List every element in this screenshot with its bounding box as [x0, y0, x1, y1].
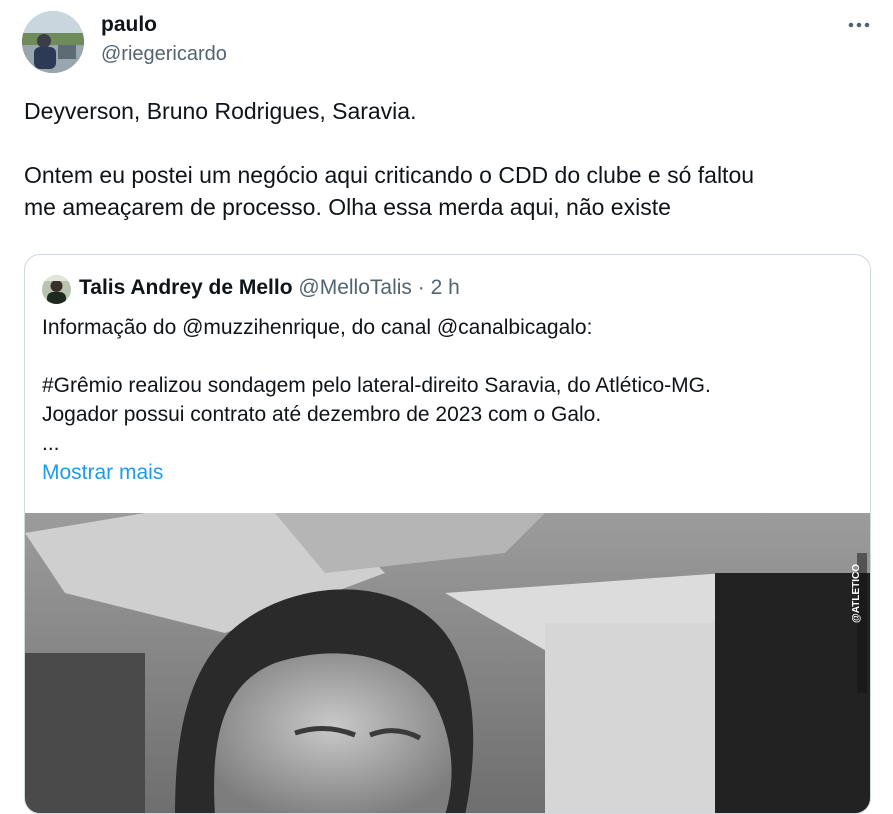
quoted-author-avatar[interactable] — [42, 275, 71, 304]
quoted-text-line: #Grêmio realizou sondagem pelo lateral-d… — [42, 374, 711, 397]
quoted-timestamp[interactable]: 2 h — [431, 276, 460, 299]
quoted-tweet-header: Talis Andrey de Mello @MelloTalis · 2 h — [79, 276, 460, 300]
author-avatar[interactable] — [22, 11, 84, 73]
more-horizontal-icon — [848, 22, 870, 28]
more-options-button[interactable] — [842, 10, 876, 40]
tweet-text-line: Deyverson, Bruno Rodrigues, Saravia. — [24, 98, 417, 124]
tweet-text: Deyverson, Bruno Rodrigues, Saravia. Ont… — [24, 95, 874, 223]
quoted-media-photo[interactable]: @ATLETICO — [25, 513, 870, 813]
quoted-tweet-card[interactable]: Talis Andrey de Mello @MelloTalis · 2 h … — [24, 254, 871, 814]
tweet-text-line: Ontem eu postei um negócio aqui critican… — [24, 162, 755, 188]
meta-separator: · — [417, 276, 425, 299]
quoted-text-line: Informação do @muzzihenrique, do canal @… — [42, 316, 593, 339]
quoted-text-line: Jogador possui contrato até dezembro de … — [42, 403, 602, 426]
author-handle[interactable]: @riegericardo — [101, 43, 227, 66]
quoted-tweet-text: Informação do @muzzihenrique, do canal @… — [42, 313, 852, 458]
quoted-author-handle[interactable]: @MelloTalis — [298, 276, 412, 299]
media-watermark: @ATLETICO — [851, 564, 862, 623]
quoted-text-line: ... — [42, 432, 60, 455]
quoted-author-name[interactable]: Talis Andrey de Mello — [79, 276, 293, 299]
tweet-text-line: me ameaçarem de processo. Olha essa merd… — [24, 194, 671, 220]
show-more-link[interactable]: Mostrar mais — [42, 461, 163, 485]
author-name[interactable]: paulo — [101, 13, 157, 37]
